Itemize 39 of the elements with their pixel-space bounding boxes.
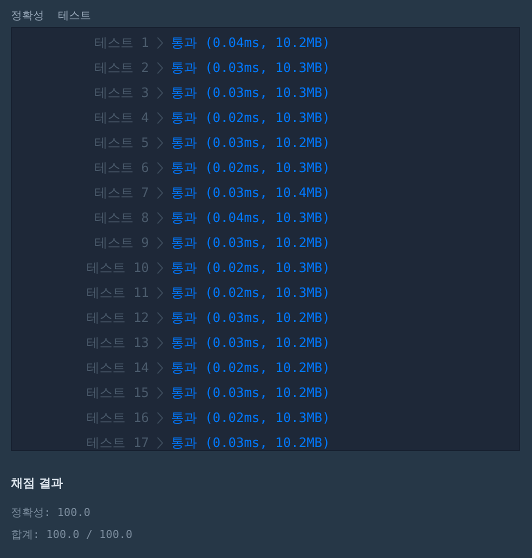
chevron-icon bbox=[157, 312, 163, 324]
chevron-icon bbox=[157, 62, 163, 74]
chevron-icon bbox=[157, 362, 163, 374]
test-result: 통과 (0.02ms, 10.3MB) bbox=[171, 410, 330, 426]
test-result: 통과 (0.03ms, 10.2MB) bbox=[171, 134, 330, 152]
chevron-icon bbox=[157, 136, 163, 148]
chevron-icon bbox=[157, 186, 163, 198]
chevron-icon bbox=[157, 162, 163, 174]
test-result: 통과 (0.02ms, 10.3MB) bbox=[171, 160, 330, 176]
chevron-icon bbox=[157, 236, 163, 248]
chevron-icon bbox=[157, 436, 163, 448]
test-result: 통과 (0.03ms, 10.2MB) bbox=[171, 384, 330, 402]
test-result: 통과 (0.03ms, 10.4MB) bbox=[171, 184, 330, 202]
test-result: 통과 (0.03ms, 10.2MB) bbox=[171, 334, 330, 352]
test-result: 통과 (0.03ms, 10.2MB) bbox=[171, 434, 330, 452]
score-line: 정확성: 100.0 bbox=[11, 505, 92, 521]
chevron-icon bbox=[157, 36, 163, 48]
column-header: 정확성 bbox=[11, 8, 44, 22]
chevron-icon bbox=[157, 262, 163, 274]
chevron-icon bbox=[157, 112, 163, 124]
test-result: 통과 (0.04ms, 10.3MB) bbox=[171, 210, 330, 226]
test-result: 통과 (0.03ms, 10.2MB) bbox=[171, 234, 330, 252]
chevron-icon bbox=[157, 286, 163, 298]
score-line: 합계: 100.0 / 100.0 bbox=[11, 527, 134, 543]
test-result: 통과 (0.02ms, 10.3MB) bbox=[171, 260, 330, 276]
chevron-icon bbox=[157, 212, 163, 224]
chevron-icon bbox=[157, 412, 163, 424]
test-result: 통과 (0.03ms, 10.3MB) bbox=[171, 60, 330, 76]
test-result: 통과 (0.04ms, 10.2MB) bbox=[171, 34, 330, 52]
chevron-icon bbox=[157, 336, 163, 348]
test-result: 통과 (0.02ms, 10.3MB) bbox=[171, 110, 330, 126]
chevron-icon bbox=[157, 386, 163, 398]
test-result: 통과 (0.03ms, 10.3MB) bbox=[171, 84, 330, 102]
chevron-icon bbox=[157, 86, 163, 98]
test-result: 통과 (0.03ms, 10.2MB) bbox=[171, 310, 330, 326]
test-result: 통과 (0.02ms, 10.2MB) bbox=[171, 360, 330, 376]
test-result: 통과 (0.02ms, 10.3MB) bbox=[171, 284, 330, 302]
grading-title: 채점 결과 bbox=[11, 475, 64, 492]
column-header: 테스트 bbox=[58, 8, 91, 22]
